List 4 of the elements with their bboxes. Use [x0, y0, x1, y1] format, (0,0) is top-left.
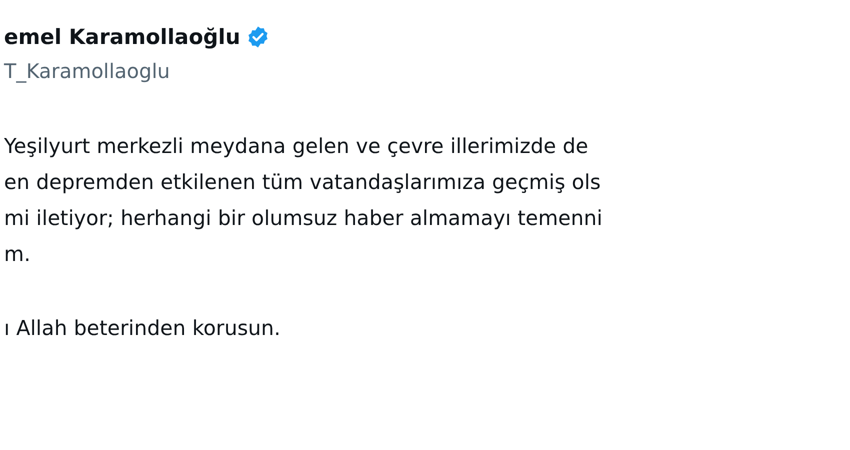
- tweet-text: Yeşilyurt merkezli meydana gelen ve çevre illerimizde de en depremden etkilenen tüm vatandaşlarımıza geçmiş ols mi iletiyor; herhangi bir olumsuz haber almamayı temenni m.: [4, 133, 604, 268]
- author-handle[interactable]: T_Karamollaoglu: [4, 56, 850, 86]
- tweet-text: ı Allah beterinden korusun.: [4, 315, 282, 342]
- author-name[interactable]: emel Karamollaoğlu: [4, 22, 240, 52]
